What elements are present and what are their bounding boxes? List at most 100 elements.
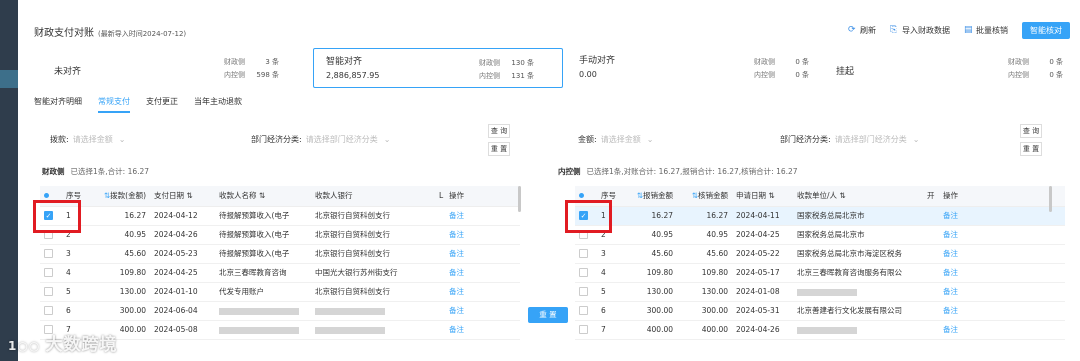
card-unmatched[interactable]: 未对齐 财政侧 3 条 内控侧 598 条: [34, 48, 310, 88]
table-row[interactable]: 6 300.00 2024-06-04 备注: [40, 301, 520, 321]
table-row[interactable]: 4 109.80 109.80 2024-05-17 北京三春晖教育咨询服务有限公 备注: [575, 263, 1065, 283]
row-note-link[interactable]: 备注: [939, 301, 1065, 321]
table-row[interactable]: ✓ 1 16.27 2024-04-12 待报解预算收入(电子 北京银行自贸科创支行 备注: [40, 206, 520, 226]
right-vertical-scrollbar[interactable]: [1049, 186, 1052, 212]
refresh-button[interactable]: ⟳ 刷新: [848, 25, 876, 36]
row-note-link[interactable]: 备注: [939, 263, 1065, 283]
table-row[interactable]: ✓ 1 16.27 16.27 2024-04-11 国家税务总局北京市 备注: [575, 206, 1065, 226]
left-vertical-scrollbar[interactable]: [518, 186, 521, 212]
checkbox[interactable]: [44, 268, 53, 278]
middle-reset-button[interactable]: 重 置: [528, 307, 568, 323]
row-reimburse-amount: 400.00: [625, 320, 677, 340]
row-checkbox-cell[interactable]: [40, 263, 62, 283]
col-amount[interactable]: ⇅拨款(金额): [90, 186, 150, 207]
row-index: 6: [62, 301, 90, 321]
row-payee: 待报解预算收入(电子: [215, 244, 311, 264]
import-button[interactable]: ⎘ 导入财政数据: [890, 25, 950, 36]
table-row[interactable]: 4 109.80 2024-04-25 北京三春晖教育咨询 中国光大银行苏州街支行 备注: [40, 263, 520, 283]
row-note-link[interactable]: 备注: [939, 282, 1065, 302]
row-note-link[interactable]: 备注: [445, 225, 520, 245]
row-writeoff-amount: 109.80: [677, 263, 732, 283]
col-pay-date[interactable]: 支付日期 ⇅: [150, 186, 215, 207]
card-manual-matched[interactable]: 手动对齐 0.00 财政侧 0 条 内控侧 0 条: [567, 48, 827, 88]
row-payee: [215, 301, 311, 321]
dot-icon: [44, 193, 49, 199]
row-bank: 北京银行自贸科创支行: [311, 206, 435, 226]
checkbox[interactable]: [44, 287, 53, 297]
checkbox[interactable]: [44, 306, 53, 316]
row-note-link[interactable]: 备注: [445, 263, 520, 283]
card-suspended[interactable]: 挂起 财政侧 0 条 内控侧 0 条: [830, 48, 1078, 88]
table-row[interactable]: 5 130.00 2024-01-10 代发专用账户 北京银行自贸科创支行 备注: [40, 282, 520, 302]
table-row[interactable]: 7 400.00 400.00 2024-04-26 备注: [575, 320, 1065, 340]
row-bank: 北京银行自贸科创支行: [311, 244, 435, 264]
checkbox[interactable]: [579, 268, 588, 278]
row-note-link[interactable]: 备注: [939, 206, 1065, 226]
left-table: 序号 ⇅拨款(金额) 支付日期 ⇅ 收款人名称 ⇅ 收款人银行 L 操作 ✓ 1 1…: [40, 186, 520, 340]
dot-icon: [579, 193, 584, 199]
row-extra: [435, 320, 445, 340]
row-checkbox-cell[interactable]: [575, 282, 597, 302]
row-note-link[interactable]: 备注: [445, 206, 520, 226]
table-row[interactable]: 3 45.60 2024-05-23 待报解预算收入(电子 北京银行自贸科创支行 备注: [40, 244, 520, 264]
row-checkbox-cell[interactable]: [575, 320, 597, 340]
row-apply-date: 2024-05-17: [732, 263, 793, 283]
table-row[interactable]: 2 40.95 40.95 2024-04-25 国家税务总局北京市 备注: [575, 225, 1065, 245]
row-payee-unit: 国家税务总局北京市海淀区税务: [793, 244, 923, 264]
right-amount-filter[interactable]: 金额: 请选择金额 ⌄: [578, 134, 653, 145]
right-query-button[interactable]: 查 询: [1020, 124, 1042, 138]
left-query-button[interactable]: 查 询: [488, 124, 510, 138]
right-reset-button[interactable]: 重 置: [1020, 142, 1042, 156]
row-checkbox-cell[interactable]: [40, 301, 62, 321]
row-checkbox-cell[interactable]: [40, 244, 62, 264]
checkbox[interactable]: [579, 325, 588, 335]
row-apply-date: 2024-04-11: [732, 206, 793, 226]
row-note-link[interactable]: 备注: [939, 225, 1065, 245]
tab-payment-correction[interactable]: 支付更正: [146, 96, 178, 113]
row-extra: [435, 301, 445, 321]
table-row[interactable]: 2 40.95 2024-04-26 待报解预算收入(电子 北京银行自贸科创支行 备注: [40, 225, 520, 245]
checkbox[interactable]: [579, 249, 588, 259]
row-checkbox-cell[interactable]: [575, 244, 597, 264]
left-reset-button[interactable]: 重 置: [488, 142, 510, 156]
table-row[interactable]: 3 45.60 45.60 2024-05-22 国家税务总局北京市海淀区税务 备注: [575, 244, 1065, 264]
row-extra: [923, 301, 939, 321]
chevron-down-icon: ⌄: [118, 135, 126, 144]
checkbox[interactable]: [44, 249, 53, 259]
tab-regular-payment[interactable]: 常规支付: [98, 96, 130, 113]
row-note-link[interactable]: 备注: [939, 320, 1065, 340]
col-reimburse-amount[interactable]: ⇅报销金额: [625, 186, 677, 207]
row-writeoff-amount: 45.60: [677, 244, 732, 264]
row-note-link[interactable]: 备注: [939, 244, 1065, 264]
tab-refund[interactable]: 当年主动退款: [194, 96, 242, 113]
table-row[interactable]: 5 130.00 130.00 2024-01-08 备注: [575, 282, 1065, 302]
row-pay-date: 2024-01-10: [150, 282, 215, 302]
checkbox[interactable]: [579, 306, 588, 316]
row-checkbox-cell[interactable]: [575, 263, 597, 283]
row-checkbox-cell[interactable]: [575, 301, 597, 321]
col-payee-unit[interactable]: 收款单位/人 ⇅: [793, 186, 923, 207]
right-econ-class-filter[interactable]: 部门经济分类: 请选择部门经济分类 ⌄: [780, 134, 919, 145]
checkbox[interactable]: [579, 287, 588, 297]
highlight-box-right: [565, 200, 612, 233]
row-checkbox-cell[interactable]: [40, 282, 62, 302]
row-note-link[interactable]: 备注: [445, 301, 520, 321]
row-note-link[interactable]: 备注: [445, 282, 520, 302]
batch-writeoff-button[interactable]: ▤ 批量核销: [964, 25, 1008, 36]
row-payee-unit: 国家税务总局北京市: [793, 225, 923, 245]
row-note-link[interactable]: 备注: [445, 320, 520, 340]
card-smart-matched[interactable]: 智能对齐 2,886,857.95 财政侧 130 条 内控侧 131 条: [313, 48, 563, 88]
row-extra: [923, 282, 939, 302]
col-writeoff-amount[interactable]: ⇅核销金额: [677, 186, 732, 207]
col-payee[interactable]: 收款人名称 ⇅: [215, 186, 311, 207]
row-note-link[interactable]: 备注: [445, 244, 520, 264]
left-econ-class-filter[interactable]: 部门经济分类: 请选择部门经济分类 ⌄: [251, 134, 390, 145]
left-amount-filter[interactable]: 拨款: 请选择金额 ⌄: [50, 134, 125, 145]
col-apply-date[interactable]: 申请日期 ⇅: [732, 186, 793, 207]
smart-check-button[interactable]: 智能核对: [1022, 22, 1070, 39]
table-row[interactable]: 6 300.00 300.00 2024-05-31 北京善建者行文化发展有限公司 备注: [575, 301, 1065, 321]
chevron-down-icon: ⌄: [912, 135, 920, 144]
redacted-text: [219, 307, 299, 315]
page-title: 财政支付对账 (最新导入时间2024-07-12): [34, 28, 187, 39]
row-amount: 16.27: [90, 206, 150, 226]
